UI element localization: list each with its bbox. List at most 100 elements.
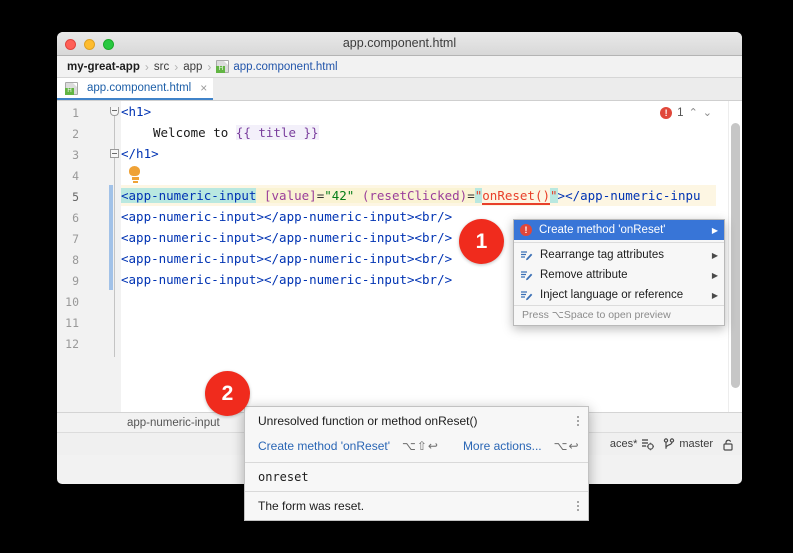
create-method-shortcut: ⌥⇧↩: [402, 439, 439, 453]
line-number: 11: [65, 316, 79, 330]
code-token-tagname: <app-numeric-input: [121, 188, 257, 203]
menu-item-remove-attribute[interactable]: Remove attribute ▶: [514, 265, 724, 285]
code-line-5: <app-numeric-input [value] = "42" (resetCl…: [121, 185, 701, 206]
code-line-1: <h1>: [121, 101, 151, 122]
lock-icon: [722, 438, 734, 451]
git-branch-icon: [663, 437, 675, 451]
html-file-icon: [216, 60, 230, 73]
menu-item-inject-language[interactable]: Inject language or reference ▶: [514, 285, 724, 305]
code-line-7: <app-numeric-input></app-numeric-input><…: [121, 230, 453, 245]
chevron-right-icon: ▶: [711, 290, 718, 300]
window-titlebar: app.component.html: [57, 32, 742, 56]
git-branch-status[interactable]: master: [663, 437, 713, 451]
code-token: =: [467, 188, 475, 203]
indent-label: aces*: [609, 438, 638, 450]
code-token-attr: [value]: [256, 188, 317, 203]
intention-context-menu[interactable]: ! Create method 'onReset' ▶ Rearrange ta…: [513, 219, 725, 326]
tooltip-description-row: The form was reset.: [245, 492, 588, 520]
tooltip-title-row: Unresolved function or method onReset(): [245, 407, 588, 435]
menu-item-rearrange-tag-attributes[interactable]: Rearrange tag attributes ▶: [514, 245, 724, 265]
bottom-breadcrumb-label: app-numeric-input: [127, 416, 220, 429]
tab-app-component-html[interactable]: app.component.html ×: [57, 78, 214, 100]
breadcrumb-item-src[interactable]: src: [154, 61, 169, 73]
menu-separator: [514, 242, 724, 243]
more-options-icon[interactable]: [577, 416, 579, 426]
line-number: 8: [72, 253, 79, 267]
chevron-right-icon: ▶: [711, 270, 718, 280]
line-number: 10: [65, 295, 79, 309]
indent-settings-icon[interactable]: [641, 438, 655, 451]
menu-item-label: Remove attribute: [540, 269, 628, 281]
more-options-icon[interactable]: [577, 501, 579, 511]
menu-item-label: Rearrange tag attributes: [540, 249, 665, 261]
code-token: </app-numeric-inpu: [565, 188, 701, 203]
git-branch-label: master: [679, 438, 713, 450]
line-number: 9: [72, 274, 79, 288]
create-method-link[interactable]: Create method 'onReset': [258, 439, 390, 453]
code-line-8: <app-numeric-input></app-numeric-input><…: [121, 251, 453, 266]
chevron-down-icon[interactable]: ⌄: [703, 106, 712, 119]
line-number: 12: [65, 337, 79, 351]
fold-toggle-icon[interactable]: [110, 149, 119, 158]
code-token-error-handler: onReset(): [482, 188, 551, 205]
tooltip-code-symbol: onreset: [258, 470, 309, 484]
fold-toggle-icon[interactable]: [110, 107, 119, 116]
menu-item-create-method[interactable]: ! Create method 'onReset' ▶: [514, 220, 724, 240]
line-number: 7: [72, 232, 79, 246]
breadcrumb: my-great-app › src › app › app.component…: [57, 56, 742, 78]
annotation-badge-2: 2: [205, 371, 250, 416]
error-icon: !: [660, 106, 673, 119]
editor-tabbar: app.component.html ×: [57, 78, 742, 101]
error-tooltip-popup[interactable]: Unresolved function or method onReset() …: [244, 406, 589, 521]
lock-status[interactable]: [722, 438, 734, 451]
code-token-string: "42": [324, 188, 355, 203]
line-number: 6: [72, 211, 79, 225]
line-number: 1: [72, 106, 79, 120]
menu-item-label: Create method 'onReset': [539, 224, 666, 236]
tab-label: app.component.html: [87, 82, 192, 94]
line-number-gutter: 1 2 3 4 5 6 7 8 9 10 11 12: [57, 101, 109, 412]
breadcrumb-separator-icon: ›: [207, 59, 212, 74]
breadcrumb-item-app[interactable]: app: [183, 61, 202, 73]
error-count: 1: [677, 106, 684, 119]
screenshot-root: app.component.html my-great-app › src › …: [0, 0, 793, 553]
code-line-3: </h1>: [121, 143, 159, 164]
edit-pencil-icon: [520, 249, 533, 261]
inspection-status-widget[interactable]: ! 1 ⌃ ⌄: [660, 106, 712, 119]
intention-bulb-icon[interactable]: [129, 166, 141, 183]
chevron-right-icon: ▶: [711, 250, 718, 260]
line-number: 3: [72, 148, 79, 162]
breadcrumb-item-project[interactable]: my-great-app: [67, 61, 140, 73]
code-token: <h1>: [121, 104, 152, 119]
code-line-9: <app-numeric-input></app-numeric-input><…: [121, 272, 453, 287]
line-number: 4: [72, 169, 79, 183]
line-number: 5: [72, 190, 79, 204]
indent-status[interactable]: aces*: [610, 438, 655, 451]
tooltip-actions-row: Create method 'onReset' ⌥⇧↩ More actions…: [245, 435, 588, 462]
tooltip-description: The form was reset.: [258, 499, 365, 513]
menu-preview-hint: Press ⌥Space to open preview: [514, 305, 724, 325]
edit-pencil-icon: [520, 289, 533, 301]
code-line-6: <app-numeric-input></app-numeric-input><…: [121, 209, 453, 224]
error-bulb-icon: !: [520, 224, 532, 236]
code-token: </h1>: [121, 146, 159, 161]
menu-item-label: Inject language or reference: [540, 289, 684, 301]
code-token-interpolation: {{ title }}: [235, 125, 319, 140]
breadcrumb-separator-icon: ›: [174, 59, 179, 74]
close-icon[interactable]: ×: [200, 82, 207, 94]
breadcrumb-file-label: app.component.html: [233, 60, 338, 73]
chevron-up-icon[interactable]: ⌃: [689, 106, 698, 119]
edit-pencil-icon: [520, 269, 533, 281]
vcs-change-marker[interactable]: [109, 185, 113, 290]
editor-right-rule: [728, 101, 729, 412]
code-line-2: Welcome to {{ title }}: [153, 122, 319, 143]
more-actions-link[interactable]: More actions...: [463, 439, 542, 453]
code-token-attr: (resetClicked): [354, 188, 468, 203]
editor-scrollbar[interactable]: [731, 123, 740, 388]
chevron-right-icon: ▶: [711, 225, 718, 235]
code-token: Welcome to: [153, 125, 236, 140]
code-token: >: [557, 188, 566, 203]
breadcrumb-separator-icon: ›: [144, 59, 149, 74]
window-title: app.component.html: [342, 36, 457, 50]
breadcrumb-item-file[interactable]: app.component.html: [216, 60, 338, 73]
